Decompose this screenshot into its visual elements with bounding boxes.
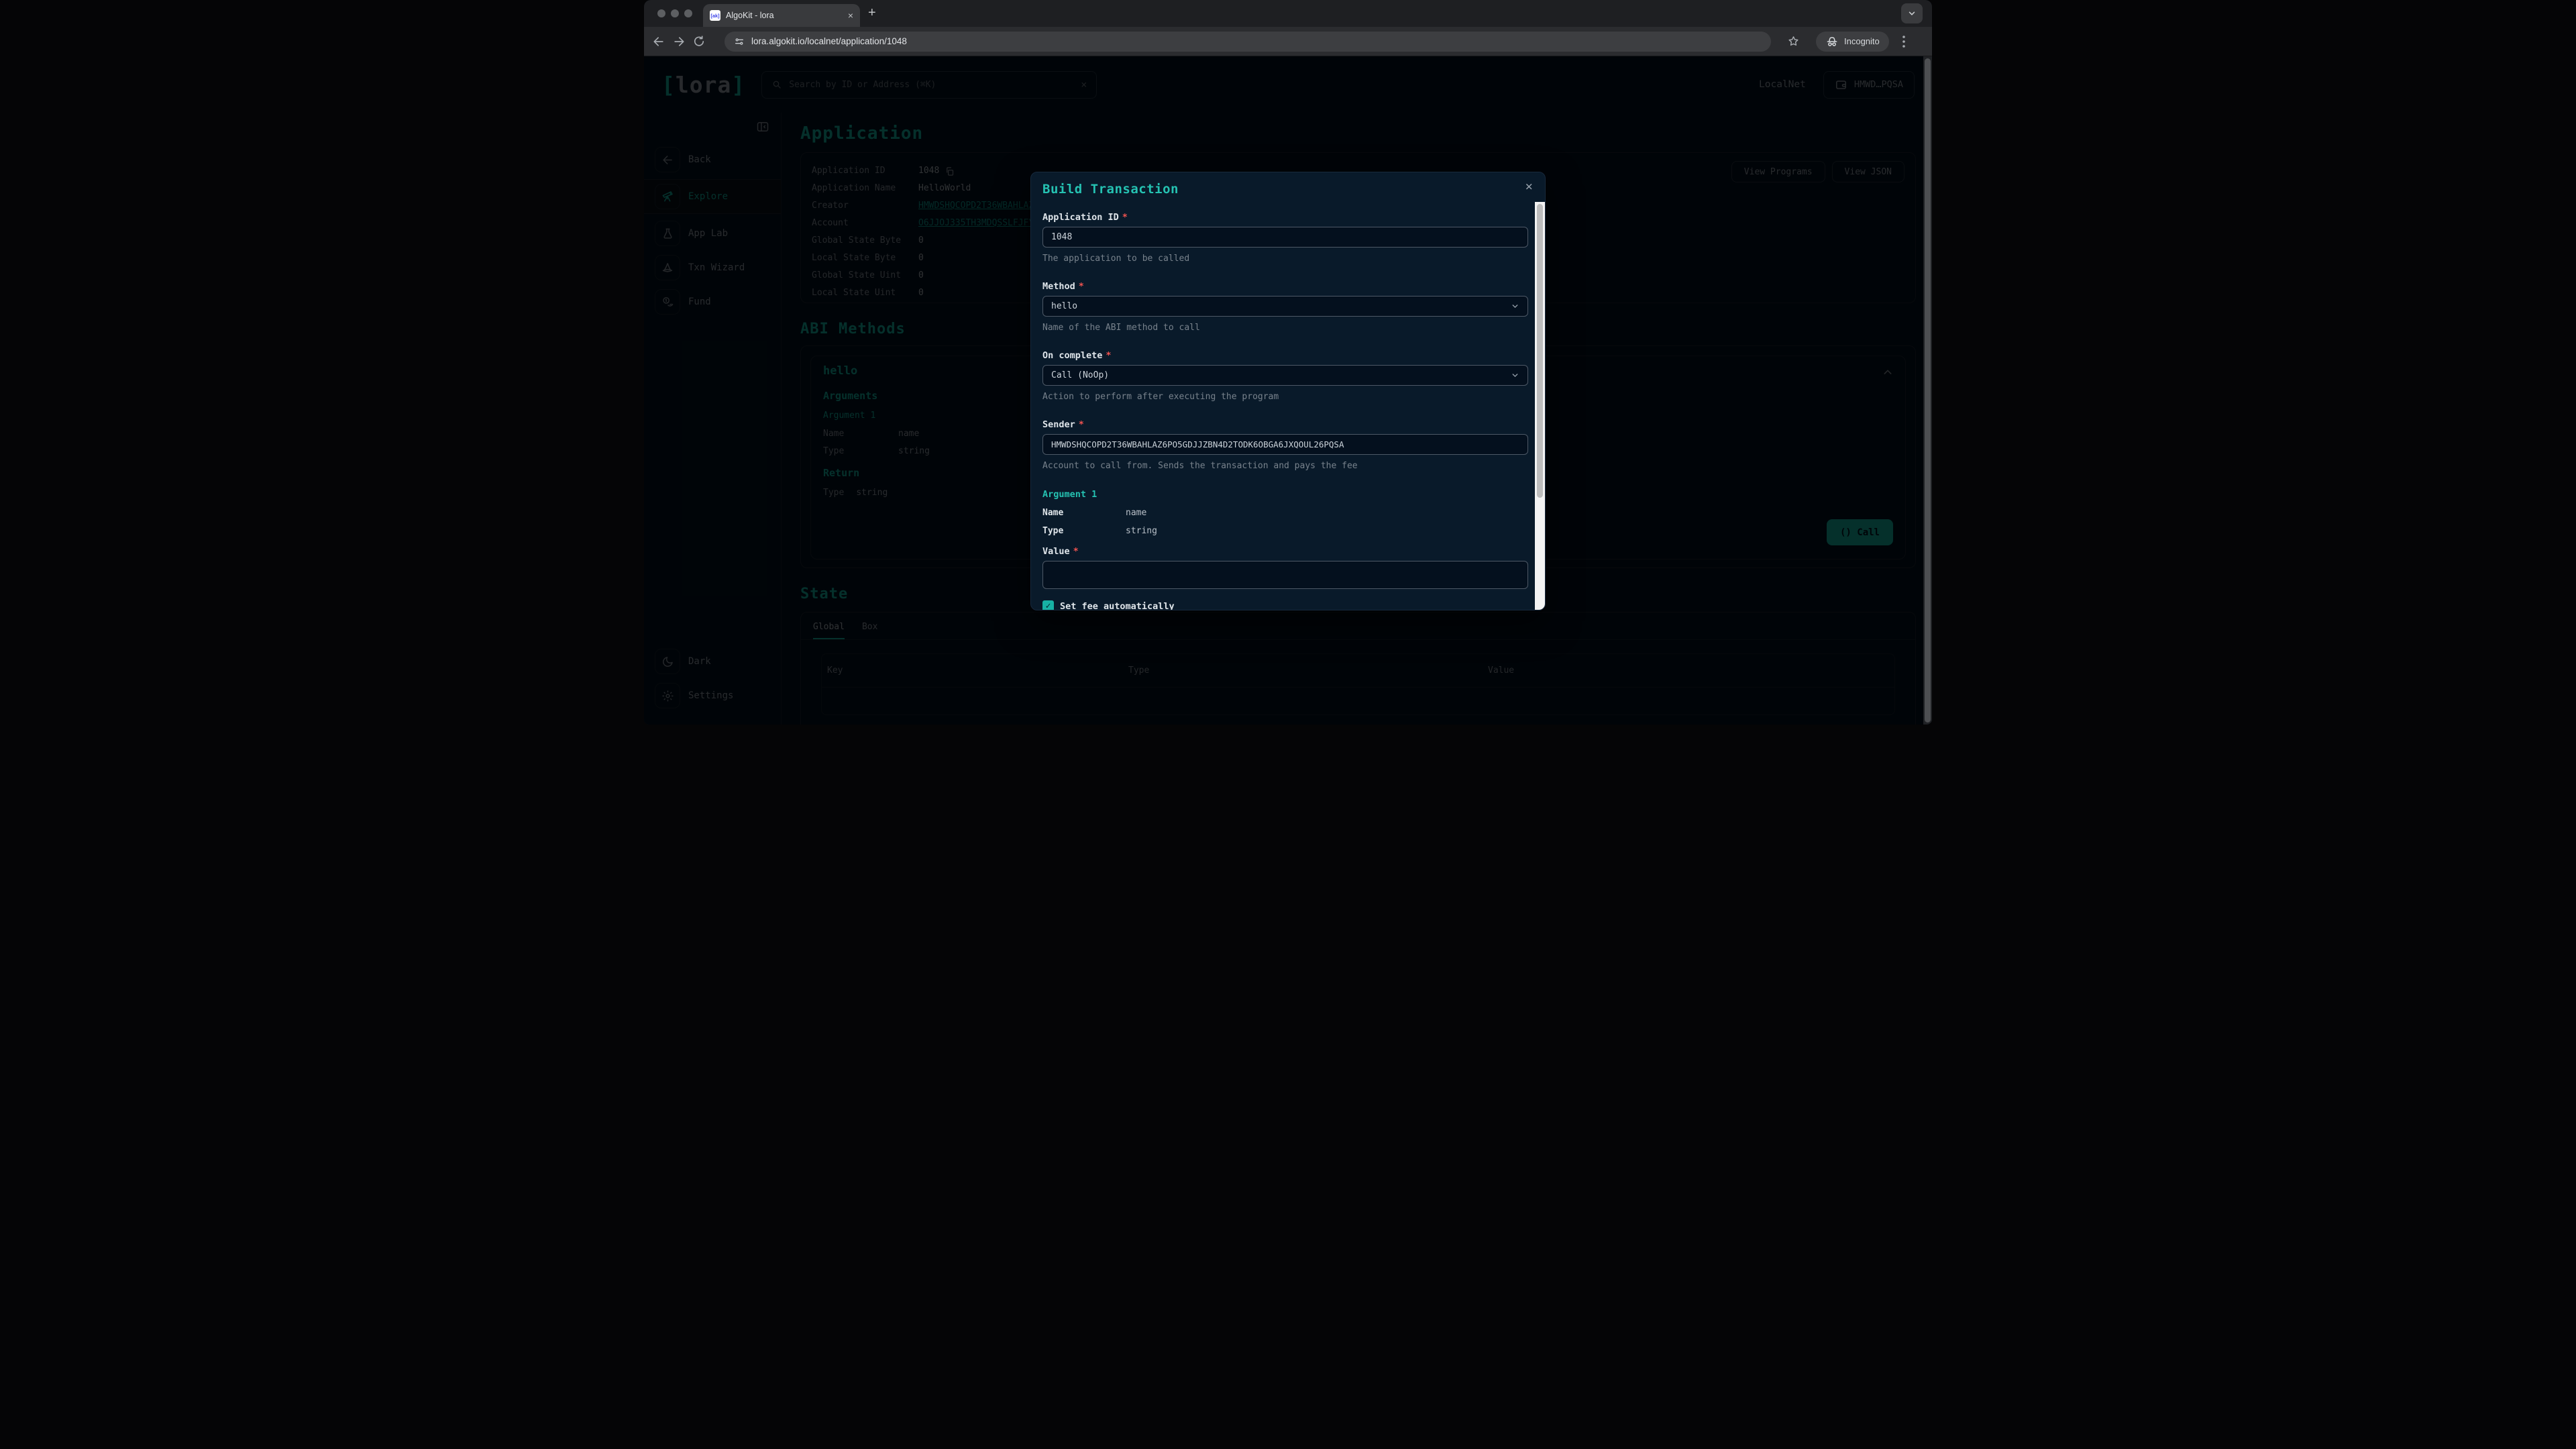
chevron-down-icon	[1511, 371, 1519, 380]
on-complete-label: On complete	[1042, 350, 1102, 361]
url-text[interactable]: lora.algokit.io/localnet/application/104…	[751, 36, 907, 46]
set-fee-label: Set fee automatically	[1060, 601, 1175, 610]
modal-header: Build Transaction ×	[1031, 172, 1545, 202]
modal-body: Application ID* The application to be ca…	[1031, 202, 1535, 610]
close-icon[interactable]: ×	[1525, 180, 1533, 193]
site-settings-icon[interactable]	[734, 36, 745, 47]
minimize-window-button[interactable]	[671, 9, 679, 17]
forward-icon[interactable]	[672, 35, 686, 48]
required-marker: *	[1122, 212, 1128, 223]
tab-favicon-icon: [ak]	[710, 10, 720, 21]
browser-menu-icon[interactable]	[1902, 36, 1905, 48]
required-marker: *	[1079, 281, 1084, 292]
required-marker: *	[1073, 546, 1079, 557]
value-field: Value*	[1042, 546, 1517, 589]
page-scrollbar-thumb[interactable]	[1925, 58, 1931, 722]
application-id-helper: The application to be called	[1042, 254, 1517, 264]
browser-tab[interactable]: [ak] AlgoKit - lora ×	[703, 4, 860, 27]
method-select[interactable]: hello	[1042, 296, 1528, 317]
checkbox-checked-icon[interactable]: ✓	[1042, 600, 1054, 610]
build-transaction-modal: Build Transaction × Application ID* The …	[1030, 172, 1546, 610]
sender-field: Sender * Account to call from. Sends the …	[1042, 419, 1517, 471]
new-tab-button[interactable]: +	[868, 5, 876, 21]
set-fee-checkbox-row[interactable]: ✓ Set fee automatically	[1042, 600, 1517, 610]
browser-window: [ak] AlgoKit - lora × + lora.algokit.io/…	[644, 0, 1932, 724]
modal-arg-type-label: Type	[1042, 526, 1126, 536]
application-id-field: Application ID* The application to be ca…	[1042, 212, 1517, 264]
application-id-input[interactable]	[1042, 227, 1528, 248]
modal-scrollbar-thumb[interactable]	[1537, 204, 1543, 498]
window-controls[interactable]	[657, 9, 692, 17]
value-label: Value	[1042, 546, 1070, 557]
on-complete-select[interactable]: Call (NoOp)	[1042, 365, 1528, 386]
url-bar[interactable]: lora.algokit.io/localnet/application/104…	[724, 32, 1771, 52]
modal-arg-name-value: name	[1126, 508, 1517, 518]
incognito-icon	[1825, 35, 1839, 48]
modal-arg-name-label: Name	[1042, 508, 1126, 518]
on-complete-helper: Action to perform after executing the pr…	[1042, 392, 1517, 402]
tab-strip: [ak] AlgoKit - lora × +	[644, 0, 1932, 27]
modal-argument-title: Argument 1	[1042, 489, 1517, 500]
bookmark-star-icon[interactable]	[1787, 35, 1800, 48]
sender-input[interactable]	[1042, 434, 1528, 455]
sender-helper: Account to call from. Sends the transact…	[1042, 461, 1517, 471]
back-icon[interactable]	[652, 35, 665, 48]
browser-toolbar: lora.algokit.io/localnet/application/104…	[644, 27, 1932, 56]
chevron-down-icon	[1907, 9, 1917, 18]
chevron-down-icon	[1511, 302, 1519, 311]
modal-arg-type-value: string	[1126, 526, 1517, 536]
application-id-label: Application ID	[1042, 212, 1119, 223]
modal-arg-type-row: Typestring	[1042, 526, 1517, 536]
modal-title: Build Transaction	[1042, 182, 1179, 197]
browser-chrome: [ak] AlgoKit - lora × + lora.algokit.io/…	[644, 0, 1932, 56]
method-field: Method * hello Name of the ABI method to …	[1042, 281, 1517, 333]
modal-arg-name-row: Namename	[1042, 508, 1517, 518]
required-marker: *	[1106, 350, 1111, 361]
required-marker: *	[1079, 419, 1084, 430]
reload-icon[interactable]	[692, 35, 706, 48]
method-label: Method	[1042, 281, 1075, 292]
method-helper: Name of the ABI method to call	[1042, 323, 1517, 333]
close-window-button[interactable]	[657, 9, 665, 17]
incognito-label: Incognito	[1844, 36, 1880, 46]
method-selected-value: hello	[1051, 301, 1077, 311]
page-scrollbar[interactable]	[1923, 56, 1932, 724]
zoom-window-button[interactable]	[684, 9, 692, 17]
value-input[interactable]	[1042, 561, 1528, 589]
on-complete-field: On complete * Call (NoOp) Action to perfo…	[1042, 350, 1517, 402]
modal-scrollbar[interactable]	[1535, 202, 1545, 610]
incognito-badge: Incognito	[1816, 32, 1889, 52]
tab-title: AlgoKit - lora	[726, 11, 843, 20]
on-complete-selected-value: Call (NoOp)	[1051, 370, 1109, 380]
tab-search-button[interactable]	[1901, 3, 1923, 23]
sender-label: Sender	[1042, 419, 1075, 430]
tab-close-icon[interactable]: ×	[848, 11, 853, 20]
